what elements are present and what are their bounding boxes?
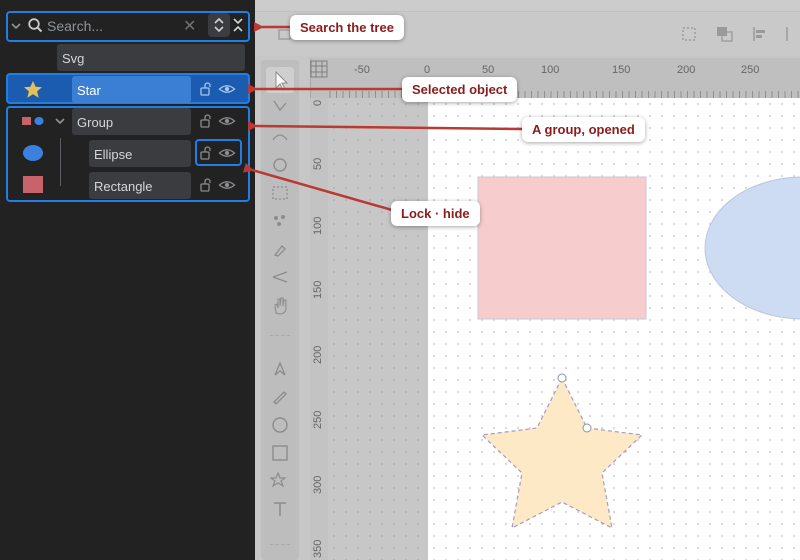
tools-sidebar [261,60,299,560]
tree-item-label: Rectangle [94,179,153,194]
callout-group: A group, opened [522,117,645,142]
chevron-down-icon[interactable] [54,115,66,127]
tree-row-svg[interactable]: Svg [57,44,245,71]
ruler-label: 150 [312,280,324,299]
ruler-label: 50 [312,157,324,170]
tree-row-group[interactable]: Group [72,108,191,135]
vertical-ruler: 0 50 100 150 200 250 300 350 [310,98,328,560]
lock-icon[interactable] [199,178,213,192]
callout-lock: Lock · hide [391,201,480,226]
star-handle[interactable] [557,373,567,383]
connector-tool-icon[interactable] [270,268,290,286]
tree-row-ellipse[interactable]: Ellipse [89,140,191,167]
select-frame-icon[interactable] [681,26,697,42]
title-strip [255,0,800,12]
circle-tool-icon[interactable] [270,416,290,434]
callout-selected: Selected object [402,77,518,102]
tweak-tool-icon[interactable] [270,128,290,144]
ruler-label: 250 [741,64,760,76]
collapse-all-button[interactable] [230,13,246,37]
ellipse-shape[interactable] [704,176,800,320]
canvas-workspace: -50 0 50 100 150 200 250 0 50 100 150 20… [255,0,800,560]
ruler-label: -50 [354,64,370,76]
toolbar-divider [270,335,290,336]
pointer-icon [275,70,289,91]
ruler-label: 150 [612,64,631,76]
rectangle-icon [23,176,43,193]
lock-icon[interactable] [199,146,213,160]
align-left-icon[interactable] [752,26,768,42]
expand-collapse-icon [214,17,224,33]
rectangle-shape[interactable] [477,176,647,320]
callout-search: Search the tree [290,15,404,40]
dropper-tool-icon[interactable] [270,240,290,258]
eye-icon[interactable] [218,178,236,192]
canvas-shapes [477,176,800,530]
layers-panel: Search... ✕ Svg Star Group Ellipse Recta… [0,0,255,560]
ruler-label: 100 [312,216,324,235]
tree-item-label: Svg [62,51,85,66]
ruler-label: 0 [424,64,431,76]
tree-row-rectangle[interactable]: Rectangle [89,172,191,199]
tree-row-star[interactable]: Star [72,76,191,103]
eye-icon[interactable] [218,114,236,128]
ruler-label: 200 [677,64,696,76]
tree-item-label: Ellipse [94,147,133,162]
sort-button[interactable] [208,13,230,37]
star-shape[interactable] [480,376,644,530]
rectangle-tool-icon[interactable] [270,444,290,462]
text-tool-icon[interactable] [270,500,290,518]
ruler-label: 50 [482,64,495,76]
ruler-label: 350 [312,539,324,558]
pan-hand-icon[interactable] [270,296,290,316]
tree-item-label: Group [77,115,114,130]
node-tool-icon[interactable] [270,98,290,114]
arrange-icon[interactable] [716,26,734,42]
eye-icon[interactable] [218,82,236,96]
ruler-label: 200 [312,345,324,364]
select-tool-button[interactable] [266,67,294,93]
search-icon [28,18,43,33]
horizontal-ruler: -50 0 50 100 150 200 250 [310,58,800,98]
canvas-page[interactable] [428,98,800,560]
tree-item-label: Star [77,83,101,98]
align-center-icon[interactable] [785,26,797,42]
group-icon [22,117,44,125]
ruler-label: 0 [312,99,324,106]
spray-tool-icon[interactable] [270,212,290,230]
grid-icon[interactable] [310,60,328,78]
tree-guide-line [60,138,61,186]
star-tool-icon[interactable] [270,472,290,490]
measure-tool-icon[interactable] [270,184,290,202]
lock-icon[interactable] [199,82,213,96]
ruler-label: 300 [312,475,324,494]
ruler-label: 250 [312,410,324,429]
ellipse-icon [23,145,43,161]
pen-tool-icon[interactable] [270,360,290,378]
collapse-all-icon [233,18,243,32]
ruler-label: 100 [541,64,560,76]
lock-icon[interactable] [199,114,213,128]
zoom-tool-icon[interactable] [270,156,290,174]
close-icon[interactable]: ✕ [183,16,196,36]
pencil-tool-icon[interactable] [270,388,290,406]
eye-icon[interactable] [218,146,236,160]
star-handle[interactable] [582,423,592,433]
toolbar-divider [270,544,290,545]
star-icon [24,81,42,98]
chevron-down-icon[interactable] [10,20,22,32]
search-input[interactable]: Search... [47,18,103,34]
canvas-offpage [328,98,428,560]
